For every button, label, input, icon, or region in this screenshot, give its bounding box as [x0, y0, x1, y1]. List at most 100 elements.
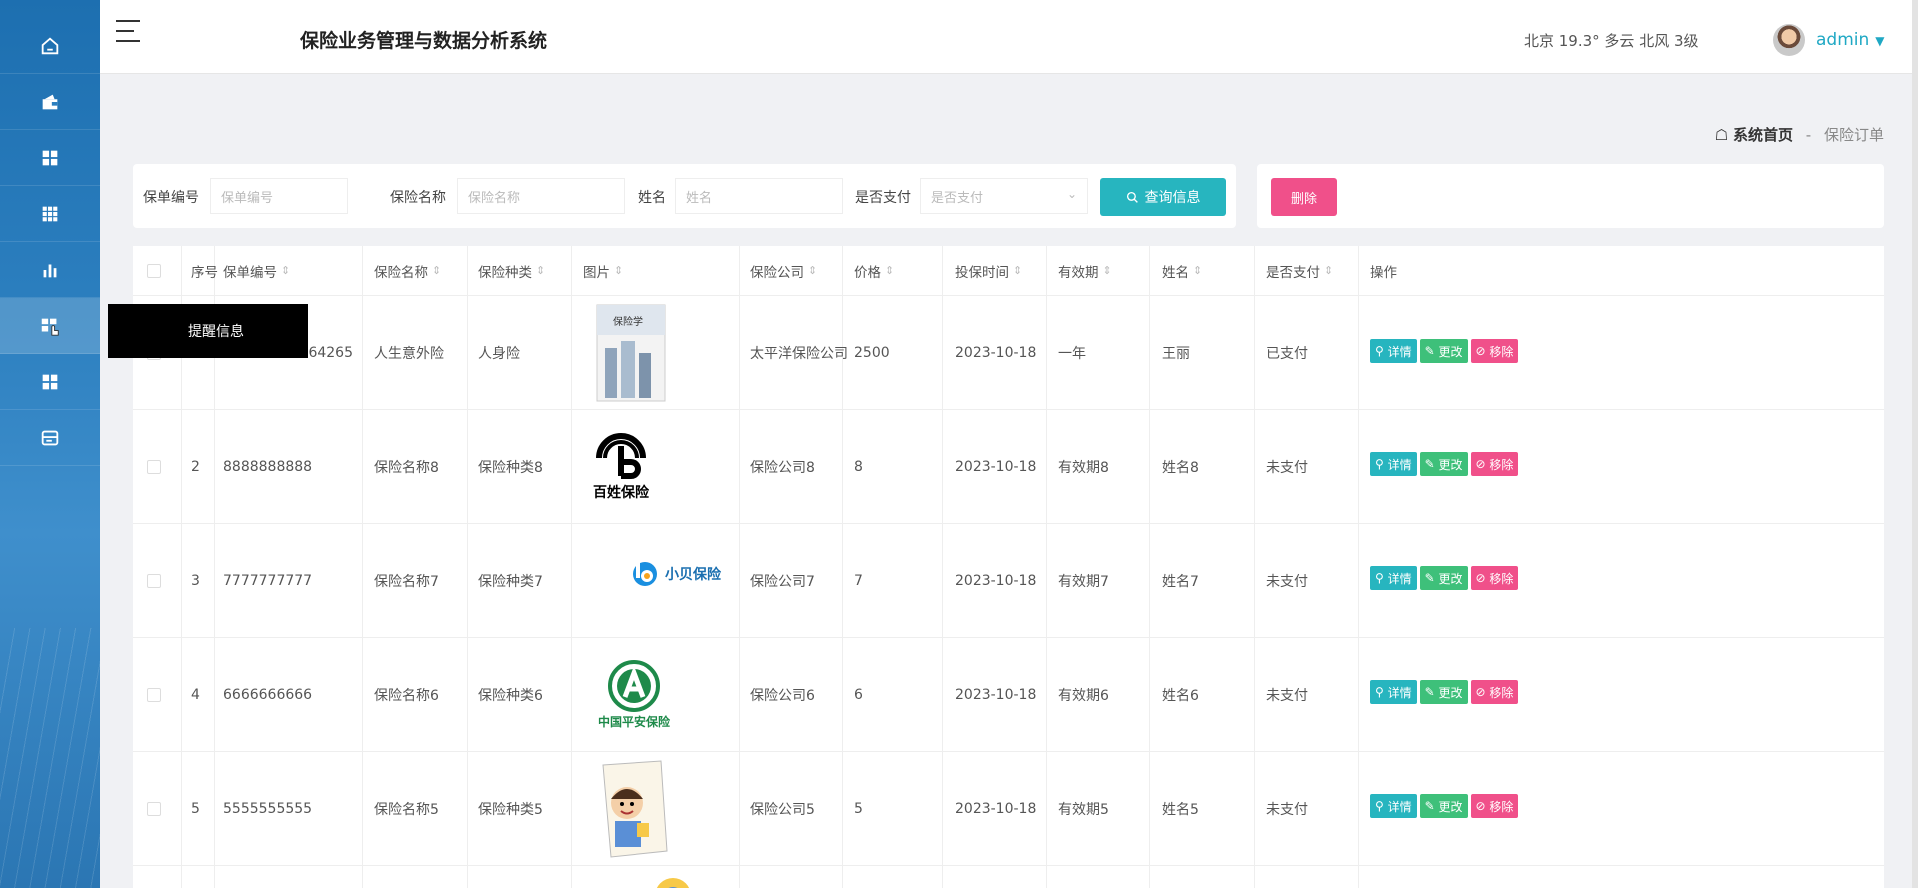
remove-button[interactable]: ⊘ 移除 [1470, 680, 1519, 704]
sidebar-item-table[interactable] [0, 186, 100, 242]
row-image: 保险学 [591, 296, 671, 409]
row-checkbox[interactable] [147, 410, 161, 523]
avatar[interactable] [1773, 24, 1805, 56]
sort-icon[interactable]: ⇕ [1324, 264, 1333, 277]
detail-button[interactable]: ⚲ 详情 [1370, 566, 1417, 590]
sidebar-item-grid[interactable] [0, 130, 100, 186]
header-validity[interactable]: 有效期 ⇕ [1058, 246, 1112, 295]
header-label: 保险名称 [374, 264, 428, 281]
sort-icon[interactable]: ⇕ [432, 264, 441, 277]
edit-button[interactable]: ✎ 更改 [1419, 680, 1468, 704]
grid-icon [42, 374, 58, 389]
header-label: 是否支付 [1266, 264, 1320, 281]
header-date[interactable]: 投保时间 ⇕ [955, 246, 1022, 295]
row-policy-no: 5555555555 [223, 800, 313, 817]
row-name: 姓名5 [1162, 801, 1199, 818]
row-company: 保险公司8 [750, 459, 815, 476]
sort-icon[interactable]: ⇕ [1013, 264, 1022, 277]
sort-icon[interactable]: ⇕ [536, 264, 545, 277]
breadcrumb-separator: - [1805, 126, 1812, 144]
edit-button[interactable]: ✎ 更改 [1419, 794, 1468, 818]
edit-button[interactable]: ✎ 更改 [1419, 452, 1468, 476]
menu-toggle-icon[interactable] [116, 18, 142, 44]
row-policy-no: 8888888888 [223, 458, 313, 475]
order-grid-icon [41, 318, 59, 336]
row-actions: ⚲ 详情 ✎ 更改 ⊘ 移除 [1370, 524, 1519, 637]
detail-button[interactable]: ⚲ 详情 [1370, 794, 1417, 818]
edit-button[interactable]: ✎ 更改 [1419, 339, 1468, 363]
sort-icon[interactable]: ⇕ [885, 264, 894, 277]
paid-label: 是否支付 [855, 190, 911, 206]
row-actions: ⚲ 详情 ✎ 更改 ⊘ 移除 [1370, 752, 1519, 865]
remove-button[interactable]: ⊘ 移除 [1470, 452, 1519, 476]
header-name[interactable]: 姓名 ⇕ [1162, 246, 1202, 295]
header-label: 有效期 [1058, 264, 1099, 281]
sidebar-item-card[interactable] [0, 410, 100, 466]
sort-icon[interactable]: ⇕ [614, 264, 623, 277]
user-menu[interactable]: admin ▼ [1816, 30, 1885, 50]
row-ins-type: 人身险 [478, 345, 520, 362]
header-company[interactable]: 保险公司 ⇕ [750, 246, 817, 295]
remove-button[interactable]: ⊘ 移除 [1470, 794, 1519, 818]
detail-button[interactable]: ⚲ 详情 [1370, 339, 1417, 363]
table-row: 5 5555555555 保险名称5 保险种类5 保险公司5 5 2023-10… [133, 752, 1884, 866]
sidebar-item-chart[interactable] [0, 242, 100, 298]
table-header: 序号 保单编号 ⇕ 保险名称 ⇕ 保险种类 ⇕ 图片 ⇕ 保险公司 ⇕ 价格 ⇕ 投保时间 ⇕… [133, 246, 1884, 296]
sidebar-item-orders[interactable] [0, 298, 100, 354]
row-date: 2023-10-18 [955, 800, 1037, 817]
row-date: 2023-10-18 [955, 344, 1037, 361]
policy-no-input[interactable]: 保单编号 [210, 178, 348, 214]
wallet-icon [42, 94, 58, 109]
row-company: 保险公司7 [750, 573, 815, 590]
sidebar-item-home[interactable] [0, 18, 100, 74]
row-ins-type: 保险种类5 [478, 801, 543, 818]
row-paid: 已支付 [1266, 345, 1308, 362]
row-ins-name: 保险名称6 [374, 687, 439, 704]
header-image[interactable]: 图片 ⇕ [583, 246, 623, 295]
name-input[interactable]: 姓名 [675, 178, 843, 214]
sort-icon[interactable]: ⇕ [281, 264, 290, 277]
row-actions: ⚲ 详情 ✎ 更改 ⊘ 移除 [1370, 296, 1519, 409]
header-ins-type[interactable]: 保险种类 ⇕ [478, 246, 545, 295]
detail-button[interactable]: ⚲ 详情 [1370, 452, 1417, 476]
query-button[interactable]: 查询信息 [1100, 178, 1226, 216]
row-price: 8 [854, 458, 863, 475]
scrollbar[interactable] [1912, 0, 1918, 888]
row-company: 太平洋保险公司 [750, 345, 848, 362]
caret-down-icon: ▼ [1875, 34, 1885, 48]
edit-button[interactable]: ✎ 更改 [1419, 566, 1468, 590]
sidebar-background-decoration [0, 628, 100, 888]
grid-icon [42, 150, 58, 165]
select-all-checkbox[interactable] [147, 246, 161, 295]
header-price[interactable]: 价格 ⇕ [854, 246, 894, 295]
book-cover-image: 保险学 [596, 304, 666, 401]
breadcrumb-home[interactable]: 系统首页 [1733, 126, 1793, 144]
row-actions: ⚲ 详情 ✎ 更改 ⊘ 移除 [1370, 410, 1519, 523]
sort-icon[interactable]: ⇕ [1103, 264, 1112, 277]
xiaobei-logo-text: 小贝保险 [665, 567, 721, 583]
sort-icon[interactable]: ⇕ [808, 264, 817, 277]
header-policy-no[interactable]: 保单编号 ⇕ [223, 246, 290, 295]
row-validity: 一年 [1058, 345, 1086, 362]
sidebar-item-wallet[interactable] [0, 74, 100, 130]
row-checkbox[interactable] [147, 752, 161, 865]
table-row: 3 7777777777 保险名称7 保险种类7 小贝保险 保险公司7 7 20… [133, 524, 1884, 638]
remove-button[interactable]: ⊘ 移除 [1470, 566, 1519, 590]
name-label: 姓名 [638, 190, 666, 206]
ins-name-input[interactable]: 保险名称 [457, 178, 625, 214]
row-checkbox[interactable] [147, 524, 161, 637]
sidebar-item-grid-2[interactable] [0, 354, 100, 410]
header-label: 保险种类 [478, 264, 532, 281]
delete-button[interactable]: 删除 [1271, 178, 1337, 216]
sort-icon[interactable]: ⇕ [1193, 264, 1202, 277]
sidebar [0, 0, 100, 888]
row-validity: 有效期7 [1058, 573, 1109, 590]
header-label: 图片 [583, 264, 610, 281]
header-ins-name[interactable]: 保险名称 ⇕ [374, 246, 441, 295]
baixing-logo-text: 百姓保险 [593, 484, 649, 501]
remove-button[interactable]: ⊘ 移除 [1470, 339, 1519, 363]
detail-button[interactable]: ⚲ 详情 [1370, 680, 1417, 704]
header-paid[interactable]: 是否支付 ⇕ [1266, 246, 1333, 295]
paid-select[interactable]: 是否支付 ⌄ [920, 178, 1088, 214]
row-checkbox[interactable] [147, 638, 161, 751]
